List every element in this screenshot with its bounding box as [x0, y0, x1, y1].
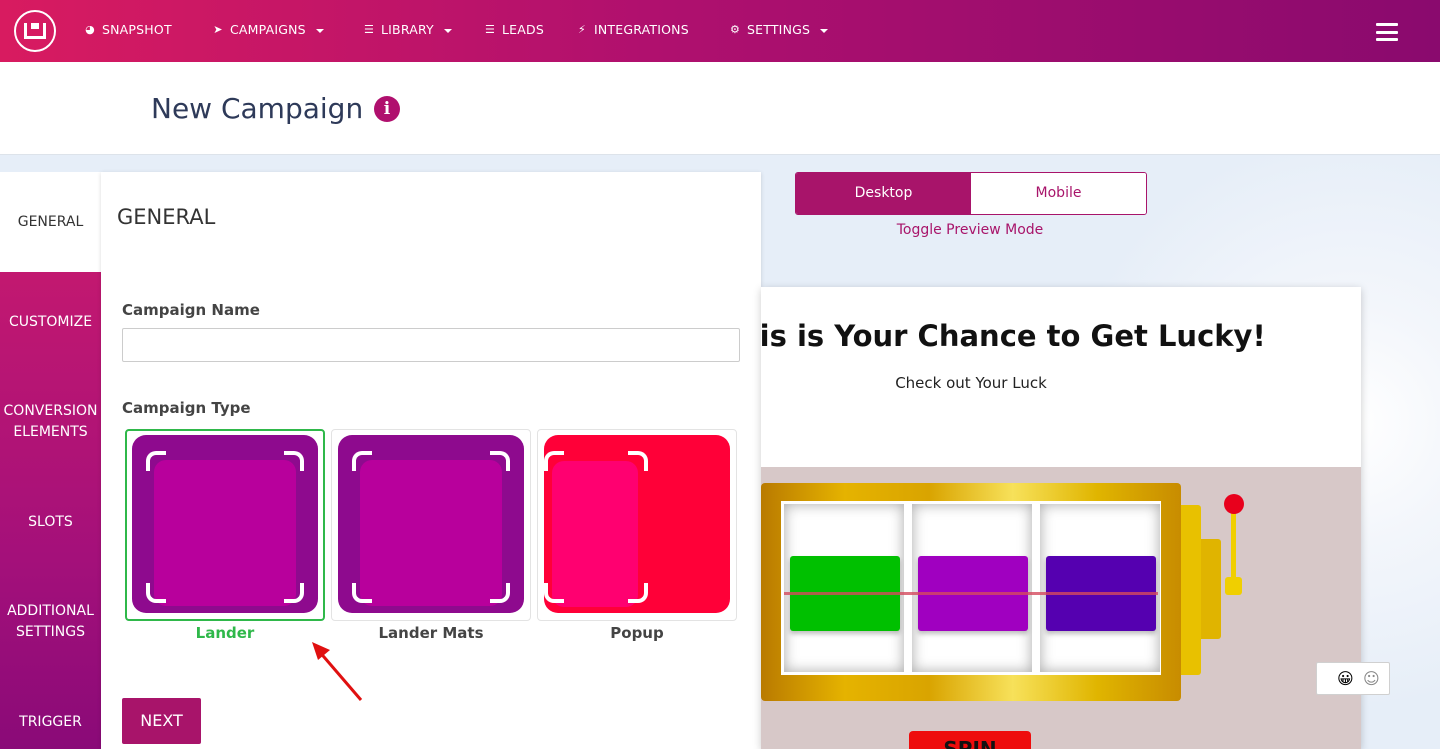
chevron-down-icon	[820, 28, 829, 33]
campaign-type-lander[interactable]	[125, 429, 325, 621]
dashboard-icon: ◕	[85, 22, 95, 36]
campaign-type-popup[interactable]	[537, 429, 737, 621]
preview-mode-toggle: Desktop Mobile	[795, 172, 1147, 215]
tab-conversion-elements[interactable]: CONVERSION ELEMENTS	[0, 397, 101, 447]
general-panel: GENERAL Campaign Name Campaign Type Land…	[101, 172, 761, 749]
logo[interactable]	[14, 10, 56, 52]
list-icon: ☰	[363, 22, 375, 36]
tab-additional-settings[interactable]: ADDITIONAL SETTINGS	[0, 597, 101, 647]
campaign-type-label: Campaign Type	[122, 399, 251, 417]
title-bar: New Campaign i	[0, 62, 1440, 155]
reel	[1040, 504, 1160, 672]
campaign-preview: his is Your Chance to Get Lucky! Check o…	[761, 287, 1361, 749]
campaign-name-input[interactable]	[122, 328, 740, 362]
toggle-preview-link[interactable]: Toggle Preview Mode	[870, 222, 1070, 238]
chevron-down-icon	[315, 28, 324, 33]
campaign-type-lander-label: Lander	[195, 624, 255, 642]
nav-library[interactable]: ☰ LIBRARY	[363, 22, 452, 37]
nav-integrations[interactable]: ⚡ INTEGRATIONS	[576, 22, 689, 37]
lander-mats-thumbnail	[338, 435, 524, 613]
payline	[784, 592, 1158, 595]
toggle-mobile[interactable]: Mobile	[971, 173, 1146, 214]
list-icon: ☰	[484, 22, 496, 36]
hamburger-menu-icon[interactable]	[1376, 23, 1398, 41]
smiley-icon[interactable]: ☺	[1363, 669, 1380, 688]
campaign-type-popup-label: Popup	[610, 624, 664, 642]
info-icon[interactable]: i	[374, 96, 400, 122]
cogs-icon: ⚙	[729, 22, 741, 36]
panel-heading: GENERAL	[117, 205, 216, 229]
reel	[912, 504, 1032, 672]
preview-subtitle: Check out Your Luck	[895, 374, 1047, 392]
next-button[interactable]: NEXT	[122, 698, 201, 744]
paper-plane-icon: ➤	[213, 22, 223, 36]
emoji-widget[interactable]: 😀 ☺	[1316, 662, 1390, 695]
tab-general[interactable]: GENERAL	[0, 172, 101, 272]
preview-title: his is Your Chance to Get Lucky!	[761, 319, 1266, 353]
annotation-arrow-icon	[312, 642, 363, 701]
tab-slots[interactable]: SLOTS	[0, 497, 101, 547]
campaign-type-lander-mats[interactable]	[331, 429, 531, 621]
nav-leads[interactable]: ☰ LEADS	[484, 22, 544, 37]
slot-window	[781, 501, 1161, 675]
slot-machine	[761, 483, 1181, 701]
nav-campaigns[interactable]: ➤ CAMPAIGNS	[212, 22, 324, 37]
campaign-name-label: Campaign Name	[122, 301, 260, 319]
sidebar-tabs: GENERAL CUSTOMIZE CONVERSION ELEMENTS SL…	[0, 172, 101, 749]
nav-settings[interactable]: ⚙ SETTINGS	[729, 22, 829, 37]
spin-button[interactable]: SPIN	[909, 731, 1031, 749]
reel	[784, 504, 904, 672]
plug-icon: ⚡	[578, 22, 586, 36]
top-nav: ◕ SNAPSHOT ➤ CAMPAIGNS ☰ LIBRARY ☰ LEADS…	[0, 0, 1440, 62]
popup-thumbnail	[544, 435, 730, 613]
nav-snapshot[interactable]: ◕ SNAPSHOT	[84, 22, 172, 37]
emoji-add-icon[interactable]: 😀	[1337, 669, 1354, 688]
tab-trigger[interactable]: TRIGGER	[0, 697, 101, 747]
tab-customize[interactable]: CUSTOMIZE	[0, 297, 101, 347]
chevron-down-icon	[443, 28, 452, 33]
toggle-desktop[interactable]: Desktop	[796, 173, 971, 214]
page-title: New Campaign	[151, 92, 364, 125]
lever-knob[interactable]	[1224, 494, 1244, 514]
lander-thumbnail	[132, 435, 318, 613]
